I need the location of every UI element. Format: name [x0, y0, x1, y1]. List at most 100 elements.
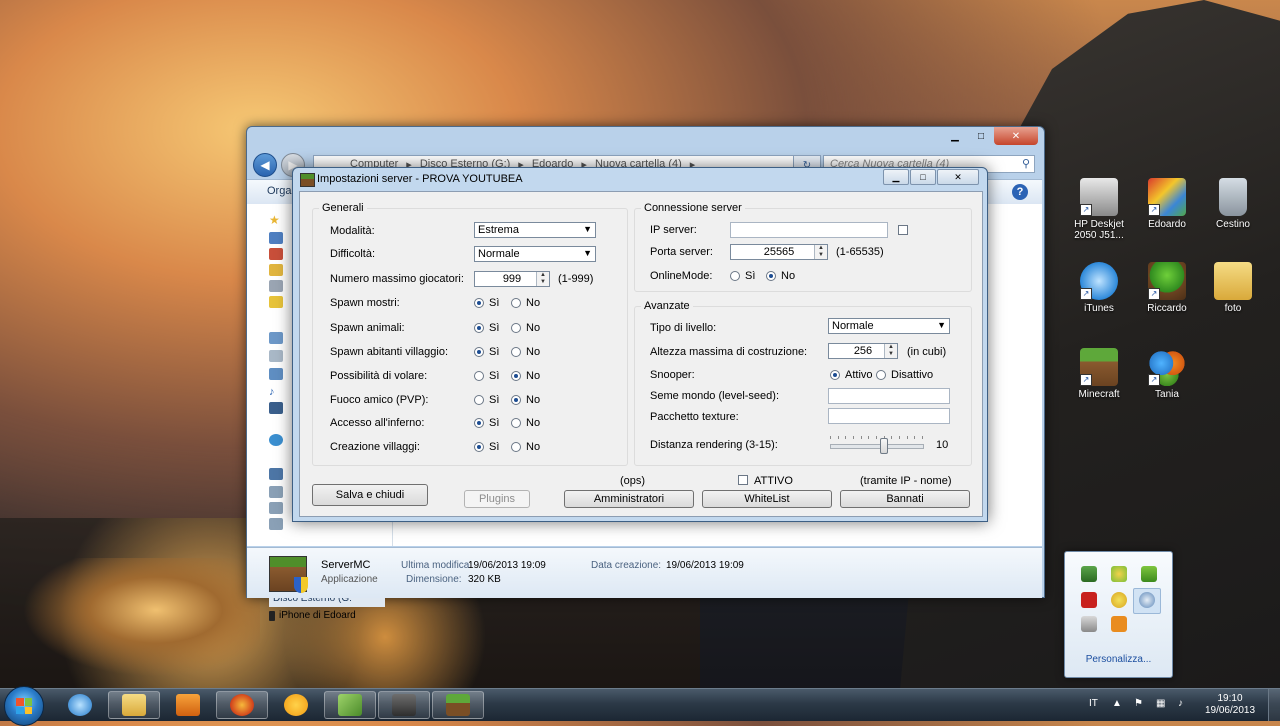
libraries-icon[interactable] [269, 330, 283, 346]
close-button[interactable]: ✕ [994, 127, 1038, 145]
difficolta-select[interactable]: Normale ▼ [474, 246, 596, 262]
whitelist-button[interactable]: WhiteList [702, 490, 832, 508]
option-radio-no[interactable]: No [511, 394, 540, 406]
porta-server-spinner[interactable]: 25565 ▲ ▼ [730, 244, 828, 260]
modalita-select[interactable]: Estrema ▼ [474, 222, 596, 238]
itunes-icon: ↗ [1080, 262, 1118, 300]
option-radio-si[interactable]: Sì [474, 346, 499, 358]
homegroup-icon[interactable] [269, 432, 283, 448]
taskbar-explorer[interactable] [108, 691, 160, 719]
maximize-button[interactable]: □ [968, 127, 994, 145]
close-button[interactable]: ✕ [937, 169, 979, 185]
option-radio-si[interactable]: Sì [474, 370, 499, 382]
onlinemode-si-radio[interactable]: Sì [730, 270, 755, 282]
option-radio-no[interactable]: No [511, 297, 540, 309]
details-modified-label: Ultima modifica: [401, 560, 473, 571]
option-radio-si[interactable]: Sì [474, 322, 499, 334]
spinner-arrows-icon[interactable]: ▲ ▼ [536, 272, 549, 286]
acrobat-icon[interactable] [1081, 592, 1097, 608]
taskbar-servermc[interactable] [432, 691, 484, 719]
ip-server-input[interactable] [730, 222, 888, 238]
back-button[interactable]: ◀ [253, 153, 277, 177]
computer-icon[interactable] [269, 466, 283, 482]
texture-input[interactable] [828, 408, 950, 424]
sidebar-item[interactable] [269, 484, 283, 500]
option-radio-si[interactable]: Sì [474, 297, 499, 309]
favorites-star-icon[interactable]: ★ [269, 212, 280, 228]
option-radio-no[interactable]: No [511, 322, 540, 334]
desktop-icon-itunes[interactable]: ↗ iTunes [1064, 262, 1134, 314]
desktop-icon-minecraft[interactable]: ↗ Minecraft [1064, 348, 1134, 400]
desktop-icon-edoardo[interactable]: ↗ Edoardo [1132, 178, 1202, 230]
taskbar-ie[interactable] [54, 691, 106, 719]
desktop-icon-printer[interactable]: ↗ HP Deskjet 2050 J51... [1064, 178, 1134, 241]
spinner-arrows-icon[interactable]: ▲ ▼ [814, 245, 827, 259]
sidebar-item-iphone[interactable]: iPhone di Edoard [269, 610, 356, 621]
spinner-arrows-icon[interactable]: ▲ ▼ [884, 344, 897, 358]
desktop-icon-riccardo[interactable]: ↗ Riccardo [1132, 262, 1202, 314]
taskbar-media-player[interactable] [162, 691, 214, 719]
desktop-icon-tania[interactable]: ↗ Tania [1132, 348, 1202, 400]
show-hidden-icons-icon[interactable]: ▲ [1112, 698, 1124, 710]
network-icon[interactable] [1139, 592, 1155, 608]
help-icon[interactable]: ? [1012, 184, 1028, 200]
tray-icon[interactable] [1111, 566, 1127, 582]
start-button[interactable] [4, 686, 44, 726]
music-icon[interactable]: ♪ [269, 384, 275, 400]
slider-track[interactable] [830, 444, 924, 449]
option-radio-si[interactable]: Sì [474, 441, 499, 453]
minimize-button[interactable]: ▁ [883, 169, 909, 185]
seed-input[interactable] [828, 388, 950, 404]
sidebar-item[interactable] [269, 262, 283, 278]
network-icon[interactable]: ▦ [1156, 698, 1168, 710]
show-desktop-button[interactable] [1268, 689, 1280, 721]
bannati-button[interactable]: Bannati [840, 490, 970, 508]
taskbar-firefox[interactable] [216, 691, 268, 719]
tray-icon[interactable] [1111, 616, 1127, 632]
attivo-checkbox[interactable] [738, 475, 748, 485]
option-radio-no[interactable]: No [511, 370, 540, 382]
option-radio-no[interactable]: No [511, 417, 540, 429]
personalizza-link[interactable]: Personalizza... [1065, 654, 1172, 665]
action-center-icon[interactable]: ⚑ [1134, 698, 1146, 710]
tray-icon[interactable] [1081, 566, 1097, 582]
organize-button[interactable]: Orga [267, 185, 291, 197]
volume-icon[interactable]: ♪ [1178, 698, 1190, 710]
sidebar-item[interactable] [269, 366, 283, 382]
desktop-icon-cestino[interactable]: Cestino [1198, 178, 1268, 230]
ip-server-checkbox[interactable] [898, 225, 908, 235]
taskbar-app[interactable] [270, 691, 322, 719]
tray-icon[interactable] [1111, 592, 1127, 608]
option-radio-no[interactable]: No [511, 346, 540, 358]
snooper-disattivo-radio[interactable]: Disattivo [876, 369, 933, 381]
video-icon[interactable] [269, 400, 283, 416]
sidebar-item[interactable] [269, 294, 283, 310]
tray-icon[interactable] [1081, 616, 1097, 632]
taskbar-app[interactable] [324, 691, 376, 719]
sidebar-item[interactable] [269, 278, 283, 294]
option-radio-si[interactable]: Sì [474, 417, 499, 429]
clock[interactable]: 19:10 19/06/2013 [1196, 693, 1264, 717]
taskbar-app[interactable] [378, 691, 430, 719]
snooper-attivo-radio[interactable]: Attivo [830, 369, 873, 381]
tipo-livello-select[interactable]: Normale ▼ [828, 318, 950, 334]
slider-thumb[interactable] [879, 438, 888, 454]
sidebar-item[interactable] [269, 500, 283, 516]
sidebar-item[interactable] [269, 230, 283, 246]
nvidia-icon[interactable] [1141, 566, 1157, 582]
sidebar-item[interactable] [269, 348, 283, 364]
salva-chiudi-button[interactable]: Salva e chiudi [312, 484, 428, 506]
desktop-icon-foto[interactable]: foto [1198, 262, 1268, 314]
sidebar-item[interactable] [269, 246, 283, 262]
maximize-button[interactable]: □ [910, 169, 936, 185]
max-players-spinner[interactable]: 999 ▲ ▼ [474, 271, 550, 287]
amministratori-button[interactable]: Amministratori [564, 490, 694, 508]
minimize-button[interactable]: ▁ [942, 127, 968, 145]
onlinemode-no-radio[interactable]: No [766, 270, 795, 282]
plugins-button[interactable]: Plugins [464, 490, 530, 508]
option-radio-no[interactable]: No [511, 441, 540, 453]
sidebar-item[interactable] [269, 516, 283, 532]
altezza-spinner[interactable]: 256 ▲ ▼ [828, 343, 898, 359]
option-radio-si[interactable]: Sì [474, 394, 499, 406]
language-indicator[interactable]: IT [1089, 698, 1098, 709]
